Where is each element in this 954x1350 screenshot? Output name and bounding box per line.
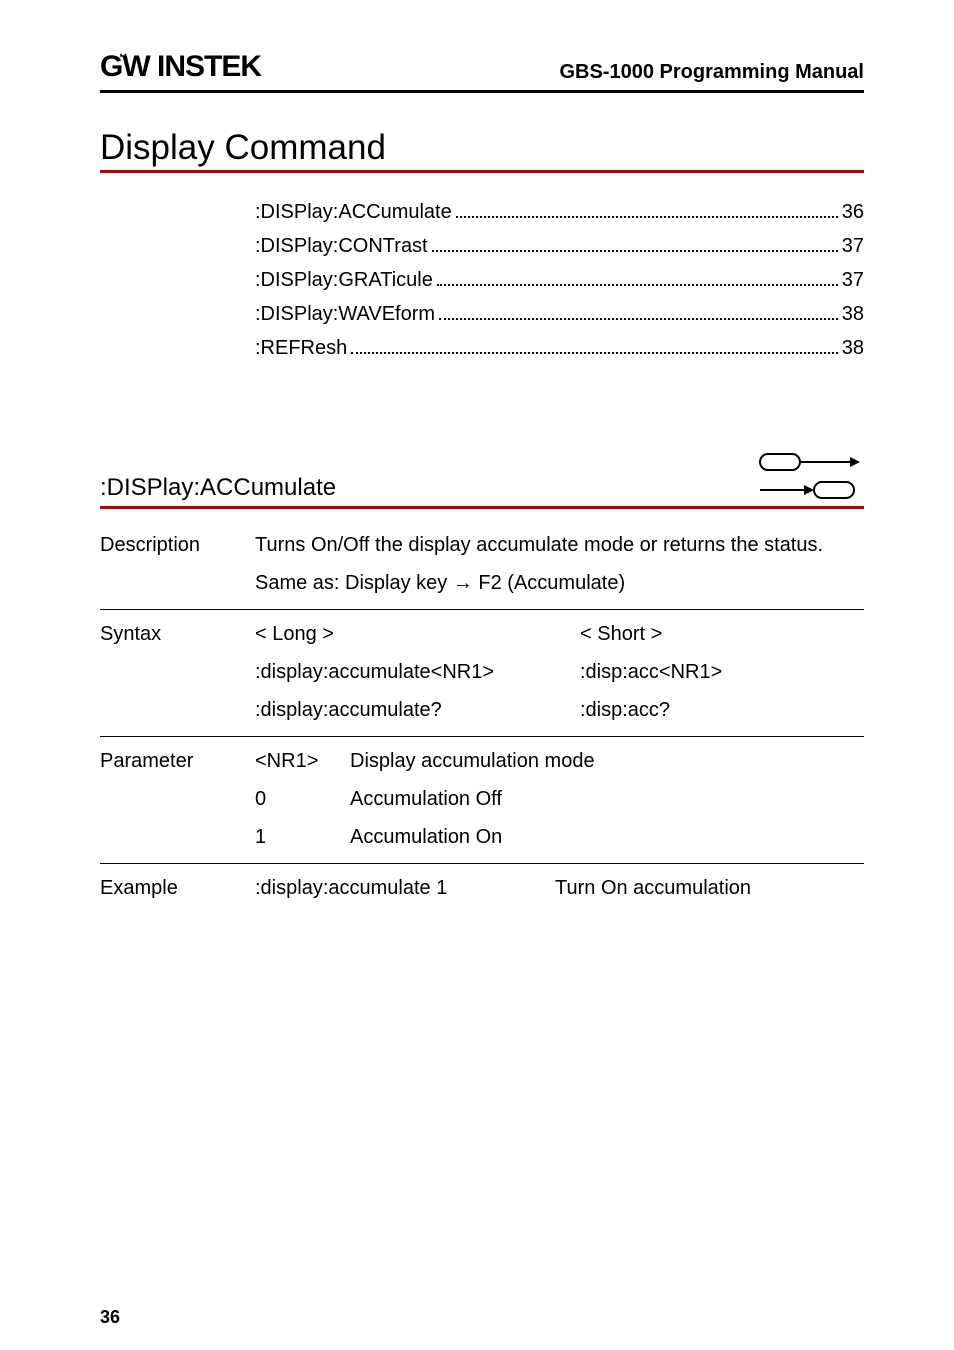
toc-page: 36	[842, 195, 864, 229]
toc-entry: :DISPlay:CONTrast 37	[255, 229, 864, 263]
syntax-long-header: < Long >	[255, 618, 580, 650]
command-header: :DISPlay:ACCumulate	[100, 450, 864, 509]
logo-text: G⎵W INSTEK	[100, 50, 261, 84]
example-command: :display:accumulate 1	[255, 872, 555, 904]
manual-title: GBS-1000 Programming Manual	[559, 61, 864, 84]
chapter-heading: Display Command	[100, 128, 864, 173]
param-value: Display accumulation mode	[350, 745, 864, 777]
example-result: Turn On accumulation	[555, 872, 864, 904]
toc-page: 38	[842, 297, 864, 331]
page-number: 36	[100, 1307, 120, 1328]
param-key: 0	[255, 783, 350, 815]
toc-label[interactable]: :DISPlay:CONTrast	[255, 229, 428, 263]
toc-entry: :DISPlay:ACCumulate 36	[255, 195, 864, 229]
toc-leader	[351, 352, 838, 354]
toc-label[interactable]: :DISPlay:GRATicule	[255, 263, 433, 297]
section-label: Syntax	[100, 618, 255, 726]
param-key: <NR1>	[255, 745, 350, 777]
description-sub: Same as: Display key → F2 (Accumulate)	[255, 567, 864, 599]
toc-label[interactable]: :DISPlay:WAVEform	[255, 297, 435, 331]
toc-page: 37	[842, 263, 864, 297]
toc-label[interactable]: :DISPlay:ACCumulate	[255, 195, 452, 229]
syntax-long: :display:accumulate<NR1>	[255, 656, 580, 688]
section-content: :display:accumulate 1 Turn On accumulati…	[255, 872, 864, 904]
toc-entry: :REFResh 38	[255, 331, 864, 365]
syntax-short-header: < Short >	[580, 618, 864, 650]
toc-page: 37	[842, 229, 864, 263]
syntax-long: :display:accumulate?	[255, 694, 580, 726]
toc-leader	[432, 250, 838, 252]
toc-page: 38	[842, 331, 864, 365]
section-label: Description	[100, 529, 255, 599]
toc-leader	[437, 284, 838, 286]
syntax-short: :disp:acc?	[580, 694, 864, 726]
description-section: Description Turns On/Off the display acc…	[100, 521, 864, 610]
toc-entry: :DISPlay:GRATicule 37	[255, 263, 864, 297]
toc-label[interactable]: :REFResh	[255, 331, 347, 365]
section-content: Turns On/Off the display accumulate mode…	[255, 529, 864, 599]
toc-list: :DISPlay:ACCumulate 36 :DISPlay:CONTrast…	[255, 195, 864, 365]
syntax-short: :disp:acc<NR1>	[580, 656, 864, 688]
set-query-icon	[754, 450, 864, 502]
command-name: :DISPlay:ACCumulate	[100, 474, 336, 502]
example-section: Example :display:accumulate 1 Turn On ac…	[100, 864, 864, 914]
param-value: Accumulation On	[350, 821, 864, 853]
section-label: Example	[100, 872, 255, 904]
brand-logo: G⎵W INSTEK	[100, 50, 261, 84]
description-text: Turns On/Off the display accumulate mode…	[255, 529, 864, 561]
param-key: 1	[255, 821, 350, 853]
parameter-section: Parameter <NR1> Display accumulation mod…	[100, 737, 864, 864]
syntax-section: Syntax < Long > < Short > :display:accum…	[100, 610, 864, 737]
section-content: <NR1> Display accumulation mode 0 Accumu…	[255, 745, 864, 853]
page-header: G⎵W INSTEK GBS-1000 Programming Manual	[100, 50, 864, 93]
toc-leader	[439, 318, 838, 320]
toc-leader	[456, 216, 838, 218]
section-content: < Long > < Short > :display:accumulate<N…	[255, 618, 864, 726]
toc-entry: :DISPlay:WAVEform 38	[255, 297, 864, 331]
param-value: Accumulation Off	[350, 783, 864, 815]
section-label: Parameter	[100, 745, 255, 853]
